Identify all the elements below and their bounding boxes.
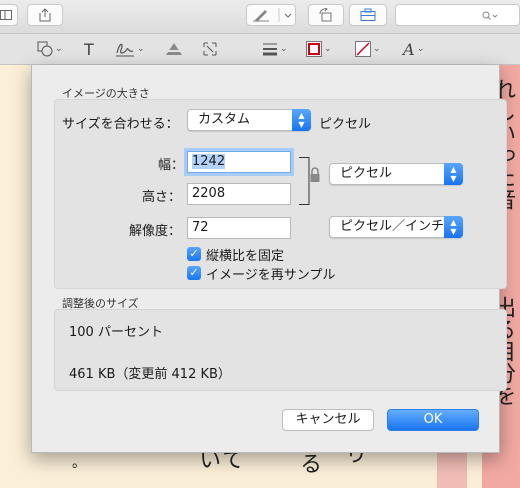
result-percent: 100 パーセント [69, 325, 163, 340]
signature-button[interactable]: ⌄ [115, 40, 145, 58]
markup-pen-button[interactable] [246, 4, 296, 26]
checkmark-icon: ✓ [189, 247, 199, 260]
result-filesize: 461 KB（変更前 412 KB） [69, 367, 231, 382]
border-color-button[interactable]: ⌄ [306, 40, 332, 58]
window-toolbar [0, 0, 520, 34]
popup-arrows-icon: ▲ ▼ [292, 109, 311, 131]
signature-icon [116, 43, 134, 57]
lock-icon [310, 167, 320, 182]
rotate-button[interactable] [308, 4, 344, 26]
resample-label: イメージを再サンプル [206, 268, 336, 283]
width-label: 幅： [158, 158, 185, 173]
search-icon [482, 11, 498, 20]
fill-color-button[interactable]: ⌄ [355, 40, 381, 58]
text-button[interactable]: T [84, 39, 94, 59]
line-style-button[interactable]: ⌄ [262, 40, 288, 58]
cancel-button[interactable]: キャンセル [282, 409, 374, 431]
border-color-icon [306, 41, 322, 57]
ok-button[interactable]: OK [387, 409, 479, 431]
toolbox-button[interactable] [349, 4, 387, 26]
sidebar-icon [0, 10, 12, 20]
adjust-color-icon [164, 43, 184, 55]
adjust-color-button[interactable] [164, 40, 184, 58]
pen-icon [253, 8, 292, 22]
document-text: てい [195, 448, 244, 470]
height-value: 2208 [192, 186, 226, 201]
markup-toolbar: ⌄ T ⌄ ⌄ ⌄ ⌄ A ⌄ [0, 34, 520, 65]
crop-icon [203, 42, 217, 56]
share-icon [39, 8, 51, 22]
share-button[interactable] [27, 4, 63, 26]
popup-arrows-icon: ▲ ▼ [444, 216, 463, 238]
width-value: 1242 [192, 154, 226, 169]
fit-value: カスタム [198, 112, 251, 127]
scale-proportionally-checkbox[interactable]: ✓ [187, 247, 201, 261]
line-style-icon [263, 43, 277, 56]
resolution-field[interactable]: 72 [187, 217, 291, 239]
shapes-icon [37, 41, 53, 57]
resolution-unit-popup[interactable]: ピクセル／インチ ▲ ▼ [329, 216, 463, 238]
text-style-button[interactable]: A ⌄ [403, 39, 424, 59]
size-unit-value: ピクセル [340, 166, 393, 181]
fit-unit: ピクセル [319, 117, 372, 132]
resolution-unit-value: ピクセル／インチ [340, 219, 445, 234]
fit-popup[interactable]: カスタム ▲ ▼ [187, 109, 311, 131]
rotate-icon [319, 8, 332, 22]
toolbox-icon [360, 8, 376, 21]
lock-bracket [299, 157, 320, 205]
fill-color-icon [355, 41, 371, 57]
image-size-dialog: イメージの大きさ サイズを合わせる： カスタム ▲ ▼ ピクセル 幅： 1242 … [31, 65, 507, 453]
fit-label: サイズを合わせる： [62, 117, 179, 132]
search-input[interactable] [395, 4, 520, 26]
height-label: 高さ： [142, 190, 182, 205]
text-icon: T [84, 39, 94, 59]
resample-checkbox[interactable]: ✓ [187, 266, 201, 280]
text-style-icon: A [403, 39, 415, 59]
height-field[interactable]: 2208 [187, 183, 291, 205]
crop-button[interactable] [203, 40, 217, 58]
scale-proportionally-label: 縦横比を固定 [206, 249, 285, 264]
sidebar-button[interactable] [0, 4, 18, 26]
popup-arrows-icon: ▲ ▼ [444, 163, 463, 185]
document-text: る [296, 452, 322, 474]
resolution-label: 解像度： [129, 224, 182, 239]
document-punctuation: 。 [72, 455, 86, 471]
checkmark-icon: ✓ [189, 266, 199, 279]
resolution-value: 72 [192, 220, 209, 235]
width-field[interactable]: 1242 [187, 151, 291, 173]
shapes-button[interactable]: ⌄ [37, 40, 63, 58]
size-unit-popup[interactable]: ピクセル ▲ ▼ [329, 163, 463, 185]
